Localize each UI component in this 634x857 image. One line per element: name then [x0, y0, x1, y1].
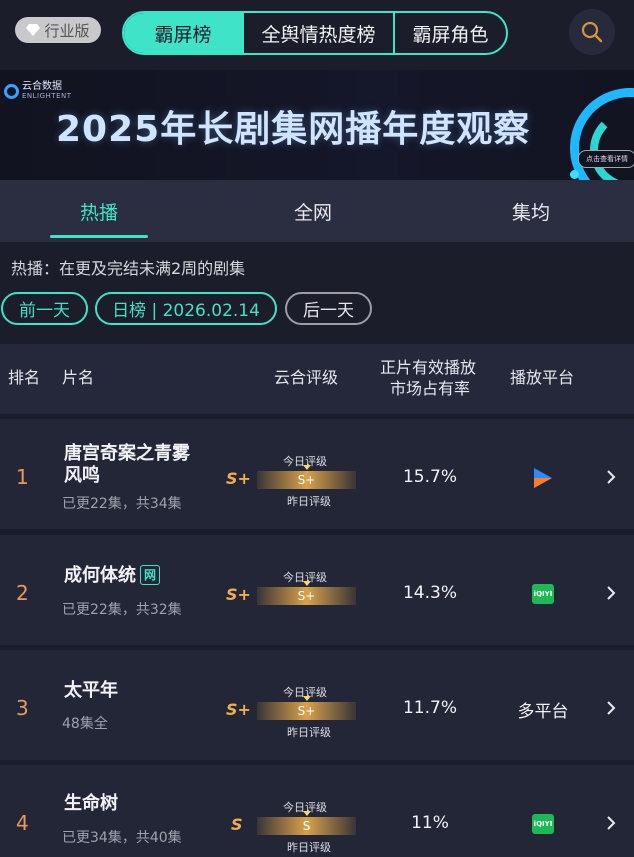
header-share-line2: 市场占有率	[390, 379, 471, 398]
episode-status: 48集全	[62, 716, 108, 732]
header-title: 片名	[62, 368, 95, 387]
yesterday-rating-label: 昨日评级	[287, 841, 331, 854]
youku-icon	[534, 468, 552, 488]
banner-headline: 2025年长剧集网播年度观察	[56, 109, 531, 150]
market-share: 11.7%	[402, 698, 457, 718]
enlightent-logo: 云合数据 ENLIGHTENT	[4, 82, 72, 100]
rating-bar: S	[257, 817, 356, 835]
table-row[interactable]: 2 成何体统网 已更22集，共32集 S+ 今日评级 S+ 14.3% iQIY…	[0, 535, 634, 645]
market-share: 14.3%	[402, 583, 457, 603]
episode-status: 已更22集，共32集	[62, 602, 182, 618]
banner-dot-decoration	[570, 170, 579, 179]
rating-grade: S+	[226, 700, 251, 719]
rank-number: 2	[16, 581, 29, 605]
header-platform: 播放平台	[510, 368, 575, 387]
chevron-right-icon[interactable]	[606, 700, 616, 716]
rank-number: 1	[16, 465, 29, 489]
table-row[interactable]: 4 生命树 已更34集，共40集 S 今日评级 S 昨日评级 11% iQIYI	[0, 765, 634, 857]
iqiyi-icon: iQIYI	[532, 584, 554, 604]
rating-bar: S+	[257, 471, 356, 489]
rating-marker-icon	[303, 581, 311, 586]
episode-status: 已更34集，共40集	[62, 830, 182, 846]
tab-screen-roles[interactable]: 霸屏角色	[393, 13, 506, 53]
rating-grade: S+	[226, 585, 251, 604]
ranking-tabs: 霸屏榜 全舆情热度榜 霸屏角色	[122, 11, 508, 55]
header-rank: 排名	[8, 368, 41, 387]
tab-hot[interactable]: 热播	[50, 180, 148, 242]
table-row[interactable]: 1 唐宫奇案之青雾风鸣 已更22集，共34集 S+ 今日评级 S+ 昨日评级 1…	[0, 419, 634, 529]
next-day-button[interactable]: 后一天	[285, 292, 372, 325]
prev-day-button[interactable]: 前一天	[1, 292, 88, 325]
top-bar: 行业版 霸屏榜 全舆情热度榜 霸屏角色	[0, 0, 634, 66]
rating-grade: S+	[226, 469, 251, 488]
search-icon	[581, 21, 603, 43]
tab-per-episode[interactable]: 集均	[486, 180, 576, 242]
tab-all-network[interactable]: 全网	[268, 180, 358, 242]
platform-multi: 多平台	[517, 701, 569, 722]
rank-number: 4	[16, 811, 29, 835]
rating-marker-icon	[303, 696, 311, 701]
rating-marker-icon	[303, 465, 311, 470]
rating-bar: S+	[257, 587, 356, 605]
sub-tabs: 热播 全网 集均	[0, 180, 634, 242]
chevron-right-icon[interactable]	[606, 585, 616, 601]
promo-banner[interactable]: 云合数据 ENLIGHTENT 2025年长剧集网播年度观察 点击查看详情	[0, 70, 634, 180]
header-share-line1: 正片有效播放	[380, 358, 477, 377]
table-row[interactable]: 3 太平年 48集全 S+ 今日评级 S+ 昨日评级 11.7% 多平台	[0, 650, 634, 760]
drama-title: 太平年	[64, 680, 118, 701]
table-header: 排名 片名 云合评级 正片有效播放 市场占有率 播放平台	[0, 344, 634, 414]
rating-grade: S	[231, 815, 243, 834]
rating-bar: S+	[257, 702, 356, 720]
active-tab-underline	[50, 235, 148, 238]
chevron-right-icon[interactable]	[606, 469, 616, 485]
yesterday-rating-label: 昨日评级	[287, 495, 331, 508]
chevron-right-icon[interactable]	[606, 815, 616, 831]
date-navigation: 前一天 日榜 | 2026.02.14 后一天	[0, 292, 634, 325]
episode-status: 已更22集，共34集	[62, 496, 182, 512]
network-badge: 网	[140, 565, 160, 585]
list-description: 热播：在更及完结未满2周的剧集	[11, 259, 246, 278]
banner-cta-button[interactable]: 点击查看详情	[578, 150, 634, 168]
iqiyi-icon: iQIYI	[532, 814, 554, 834]
rank-number: 3	[16, 696, 29, 720]
header-rating: 云合评级	[274, 368, 339, 387]
market-share: 15.7%	[402, 467, 457, 487]
platform-cell	[500, 464, 586, 492]
yesterday-rating-label: 昨日评级	[287, 726, 331, 739]
tab-screen-rank[interactable]: 霸屏榜	[124, 13, 242, 53]
date-selector[interactable]: 日榜 | 2026.02.14	[95, 292, 277, 325]
tab-public-opinion[interactable]: 全舆情热度榜	[242, 13, 393, 53]
search-button[interactable]	[569, 9, 615, 55]
drama-title: 唐宫奇案之青雾风鸣	[64, 443, 190, 486]
market-share: 11%	[411, 813, 449, 833]
rating-marker-icon	[303, 811, 311, 816]
drama-title: 成何体统	[64, 565, 136, 586]
diamond-icon	[26, 24, 41, 36]
drama-title: 生命树	[64, 793, 118, 814]
edition-label: 行业版	[44, 21, 90, 40]
platform-cell: iQIYI	[500, 810, 586, 838]
edition-badge[interactable]: 行业版	[15, 17, 101, 43]
platform-cell: iQIYI	[500, 580, 586, 608]
drama-title-wrap: 成何体统网	[64, 565, 204, 587]
